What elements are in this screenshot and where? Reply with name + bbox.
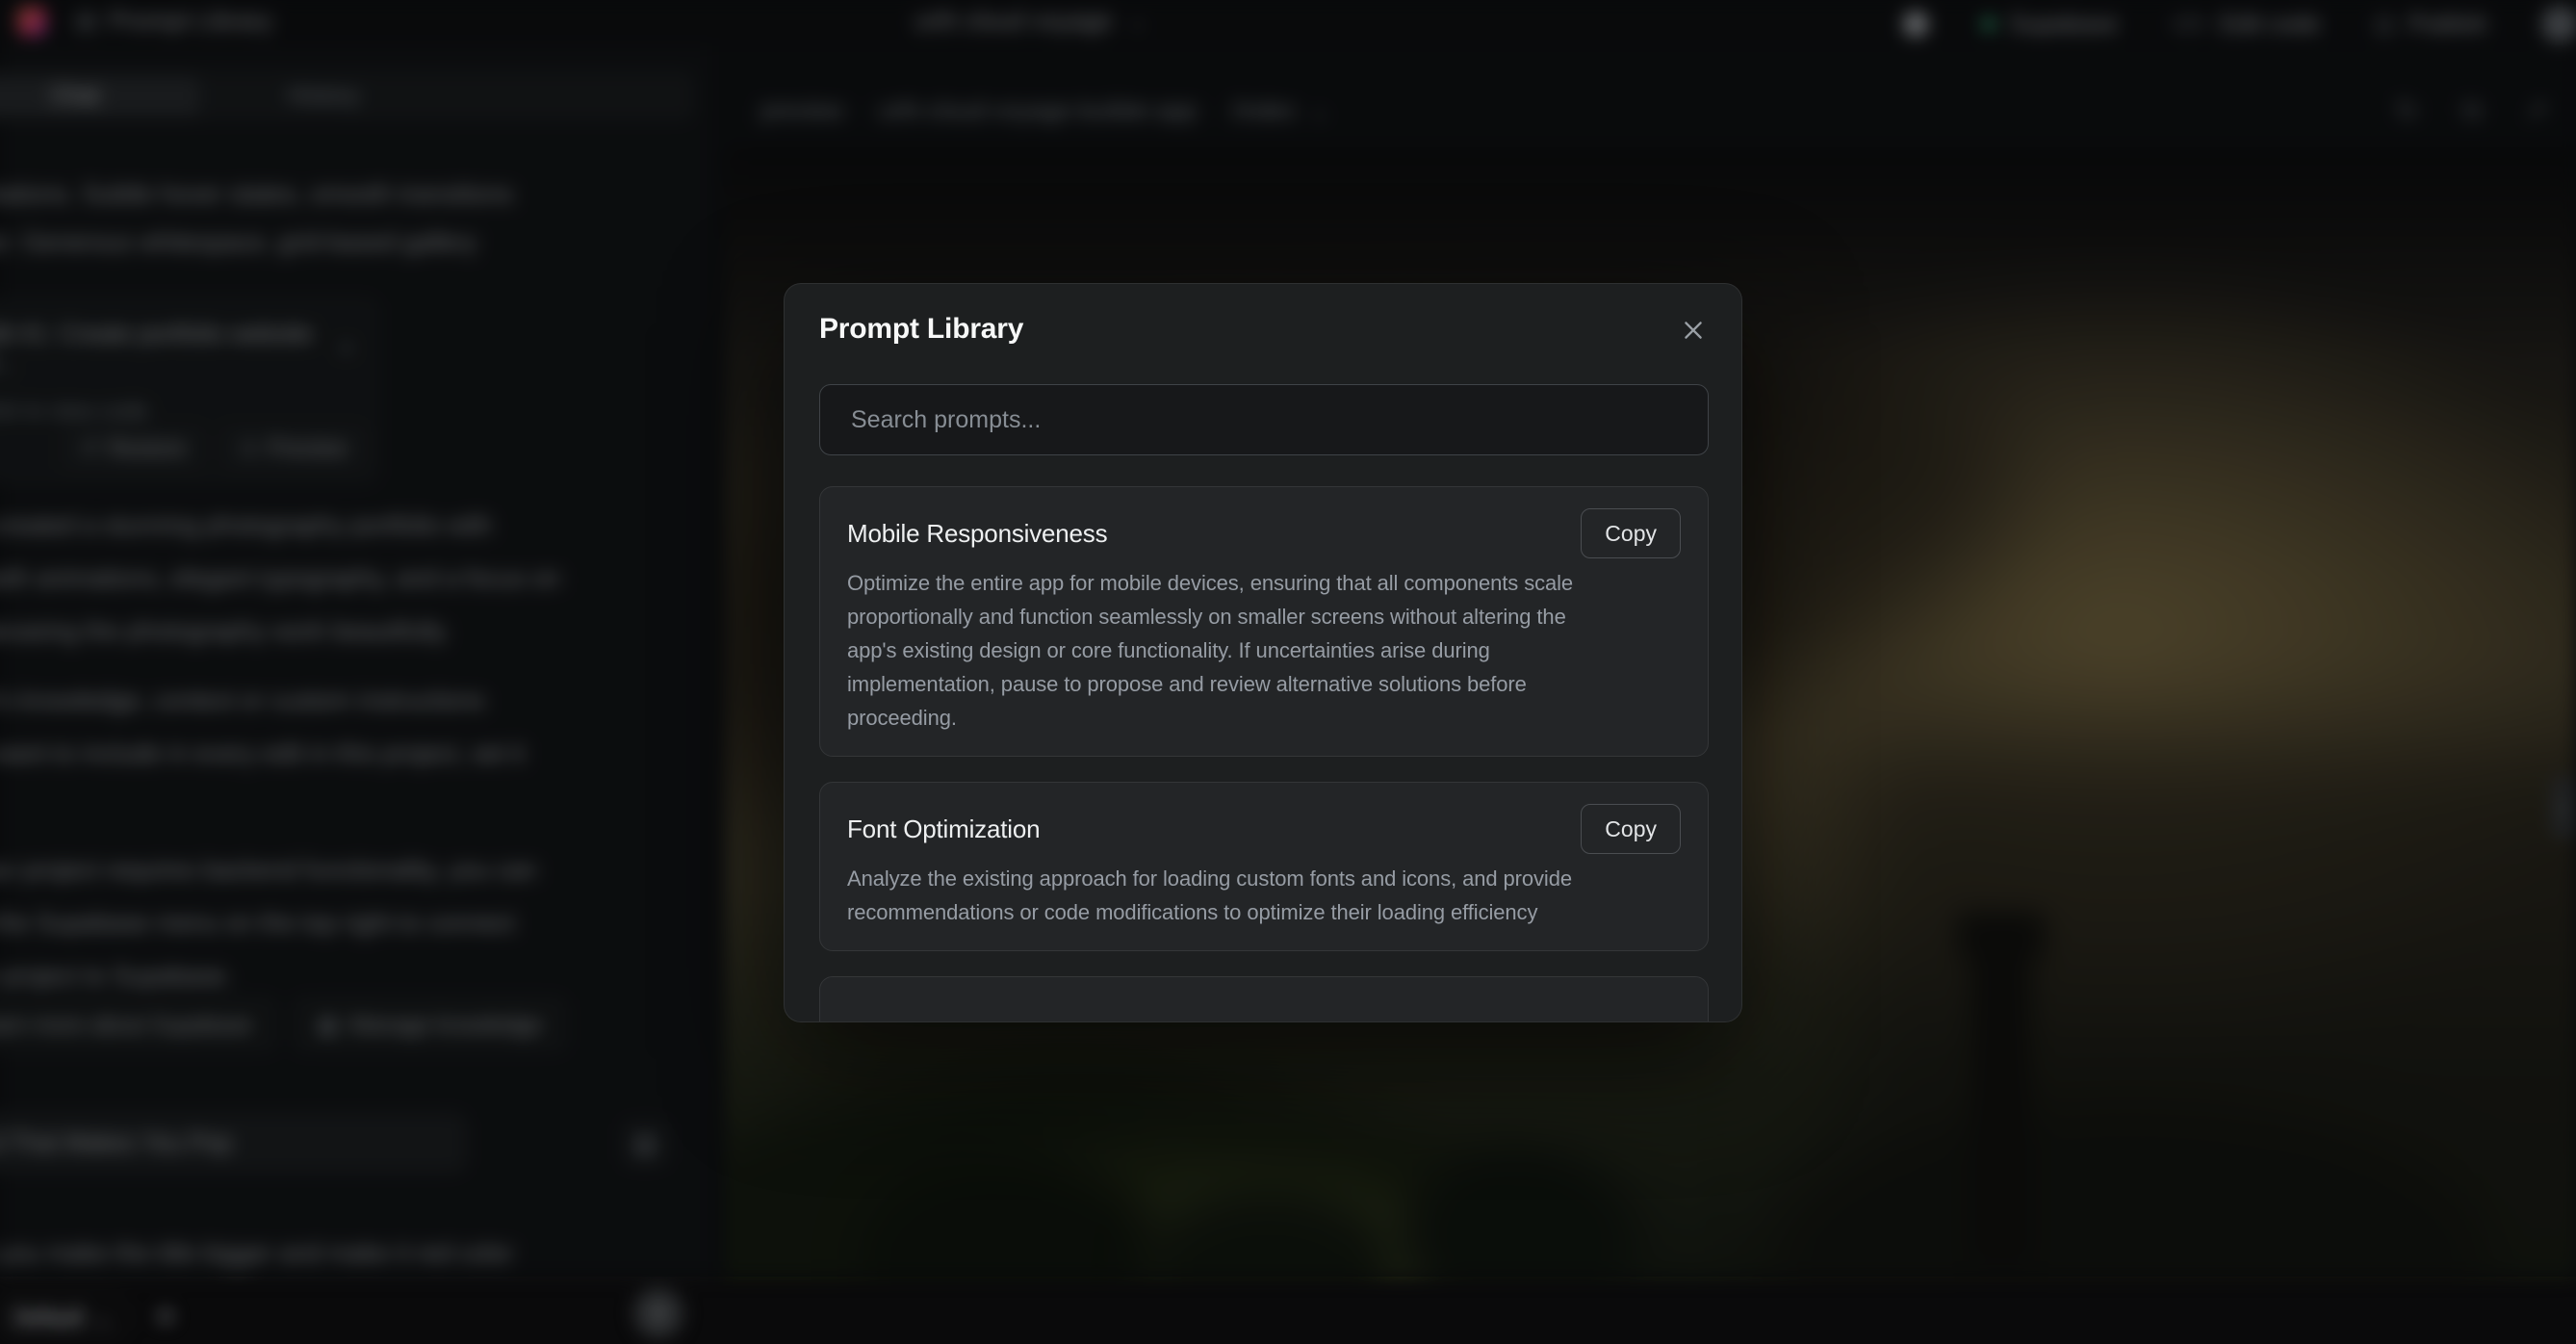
- prompt-card-mobile-responsiveness: Mobile Responsiveness Copy Optimize the …: [819, 486, 1709, 757]
- prompt-title: Font Optimization: [847, 814, 1040, 844]
- chevron-down-icon: ⌄: [93, 1304, 113, 1331]
- prompt-title: Mobile Responsiveness: [847, 519, 1107, 549]
- sparkle-icon[interactable]: ✳: [156, 1304, 175, 1331]
- send-button[interactable]: ↑: [633, 1288, 683, 1338]
- copy-button[interactable]: Copy: [1581, 804, 1681, 854]
- composer-toolbar: ＋ Default ⌄ ✳: [0, 1290, 693, 1344]
- close-icon[interactable]: [1676, 313, 1711, 348]
- copy-button[interactable]: Copy: [1581, 508, 1681, 558]
- prompt-card-clipped: [819, 976, 1709, 1022]
- dialog-title: Prompt Library: [819, 313, 1023, 346]
- prompt-library-dialog: Prompt Library Mobile Responsiveness Cop…: [784, 283, 1742, 1022]
- prompt-description: Analyze the existing approach for loadin…: [847, 862, 1681, 929]
- mode-select[interactable]: Default ⌄: [0, 1296, 131, 1338]
- prompt-card-font-optimization: Font Optimization Copy Analyze the exist…: [819, 782, 1709, 951]
- search-prompts-input[interactable]: [819, 384, 1709, 455]
- prompt-list: Mobile Responsiveness Copy Optimize the …: [819, 486, 1709, 1022]
- prompt-description: Optimize the entire app for mobile devic…: [847, 566, 1681, 735]
